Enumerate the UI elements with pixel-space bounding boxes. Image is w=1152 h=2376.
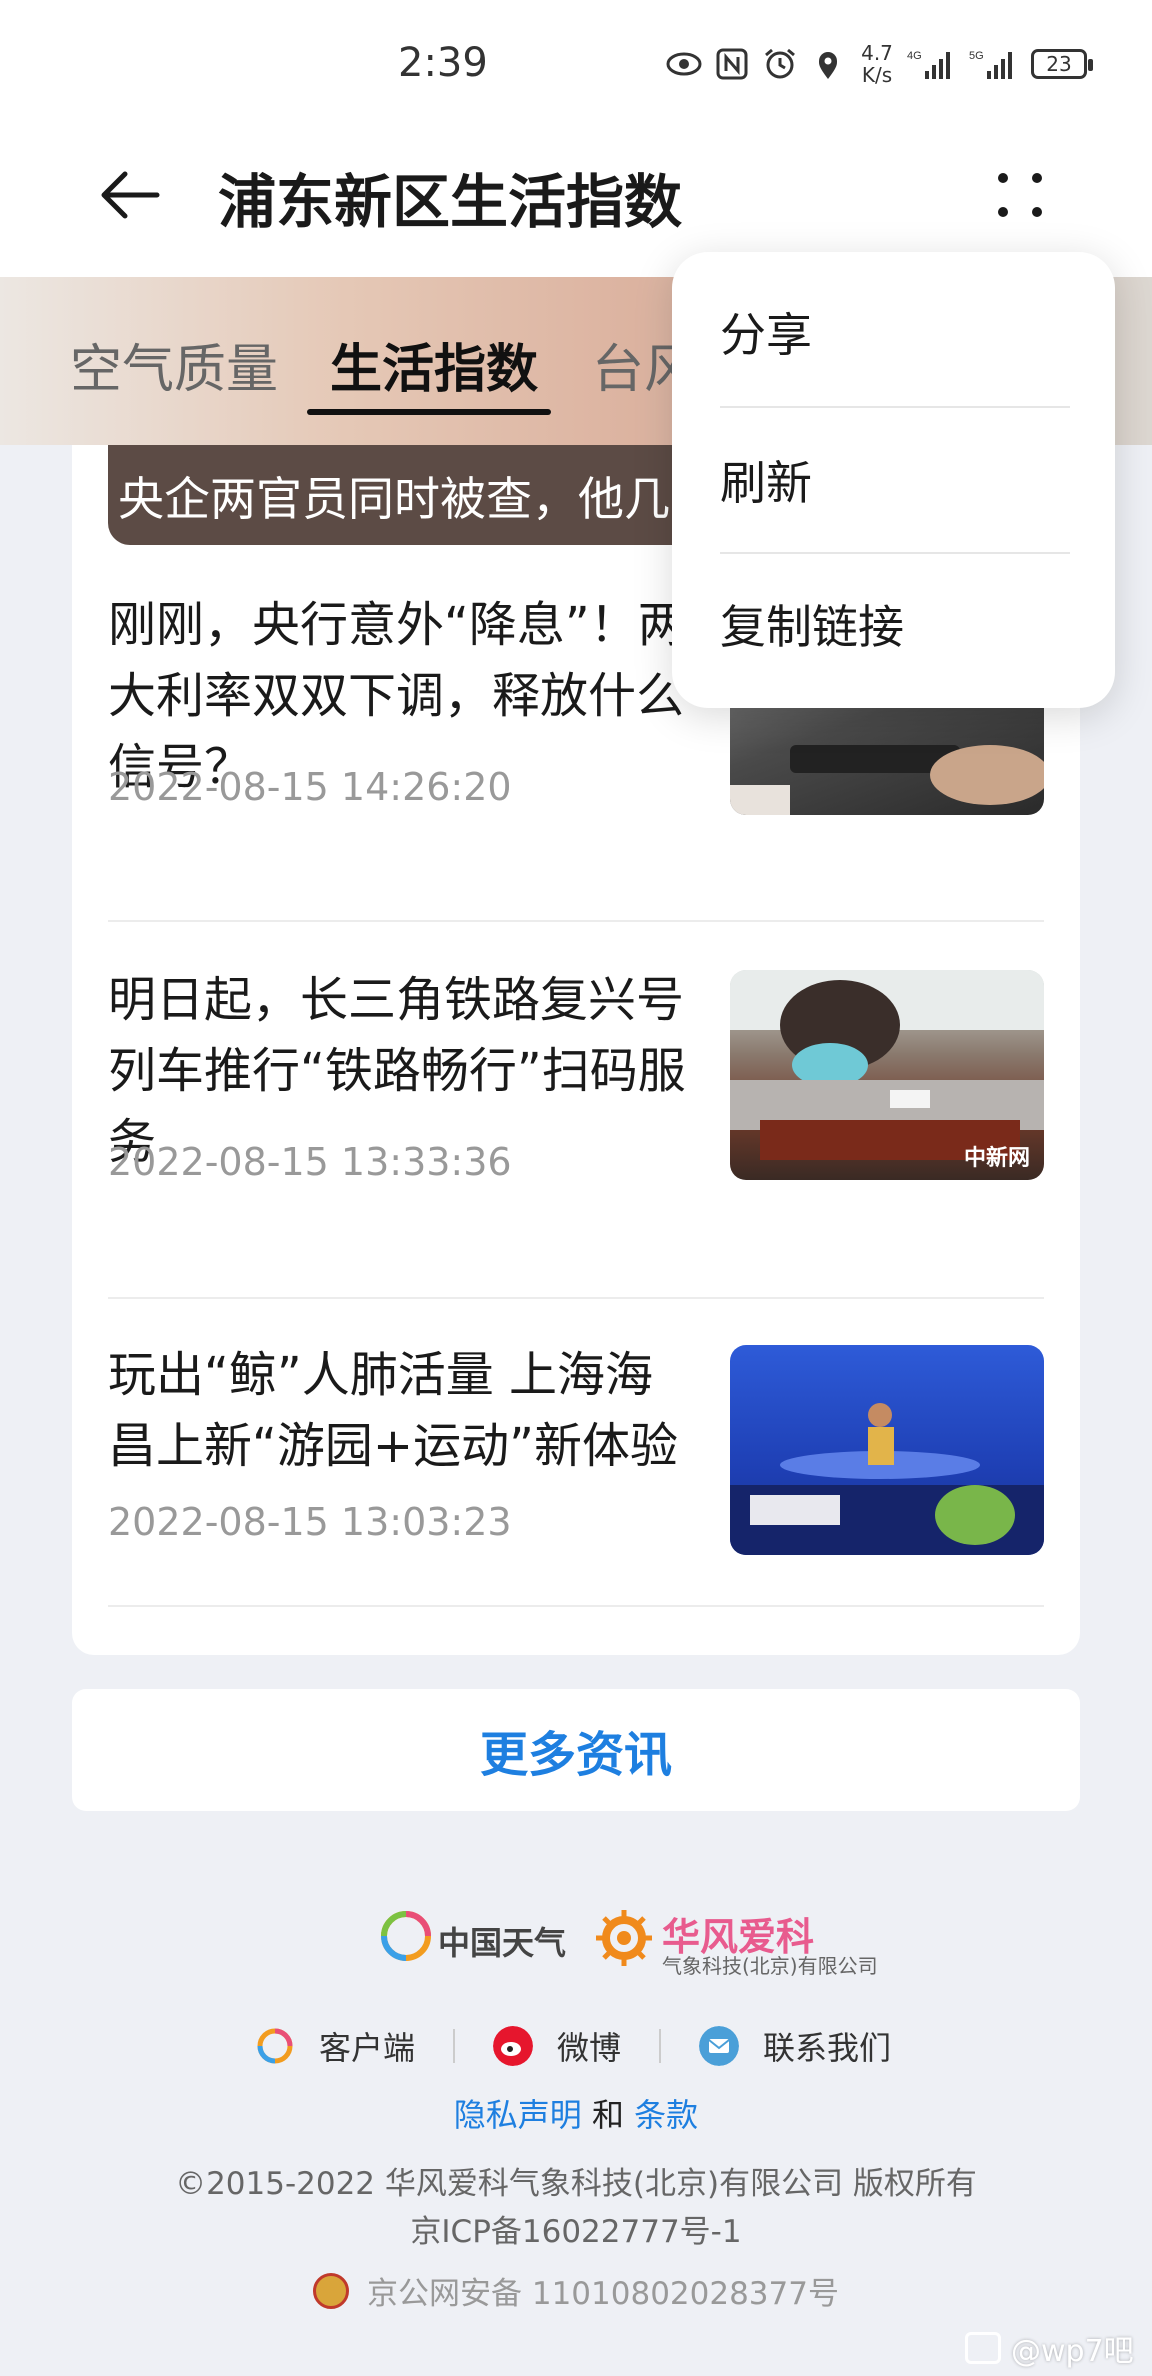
back-arrow-icon[interactable]	[95, 160, 165, 230]
news-item[interactable]: 玩出“鲸”人肺活量 上海海昌上新“游园+运动”新体验 2022-08-15 13…	[108, 1340, 1044, 1580]
news-date: 2022-08-15 14:26:20	[108, 765, 512, 809]
footer-links: 客户端 微博 联系我们	[255, 2018, 935, 2074]
weibo-link-label: 微博	[557, 2029, 622, 2067]
popup-menu: 分享 刷新 复制链接	[672, 252, 1115, 708]
tab-air-quality[interactable]: 空气质量	[70, 327, 278, 402]
china-weather-logo-text: 中国天气	[438, 1924, 567, 1962]
watermark: @wp7吧	[965, 2326, 1134, 2370]
client-link-label: 客户端	[319, 2029, 416, 2067]
watermark-text: @wp7吧	[1011, 2334, 1134, 2369]
eye-icon	[666, 52, 702, 76]
police-record-text: 京公网安备 11010802028377号	[367, 2276, 839, 2312]
news-title: 玩出“鲸”人肺活量 上海海昌上新“游园+运动”新体验	[108, 1347, 678, 1474]
watermark-icon	[965, 2332, 1001, 2364]
client-app-icon	[257, 2028, 293, 2064]
mail-icon	[699, 2026, 740, 2066]
divider	[108, 1297, 1044, 1299]
thumb-caption: 中新网	[963, 1146, 1030, 1171]
policy-and-text: 和	[591, 2096, 624, 2134]
tab-life-index[interactable]: 生活指数	[330, 327, 538, 402]
more-news-button[interactable]: 更多资讯	[72, 1689, 1080, 1811]
menu-item-copy-link[interactable]: 复制链接	[720, 552, 1070, 696]
svg-text:5G: 5G	[969, 50, 984, 62]
news-item[interactable]: 明日起，长三角铁路复兴号列车推行“铁路畅行”扫码服务 2022-08-15 13…	[108, 965, 1044, 1205]
signal-4g-icon: 4G	[907, 50, 950, 79]
copyright-block: ©2015-2022 华风爱科气象科技(北京)有限公司 版权所有 京ICP备16…	[0, 2160, 1152, 2256]
link-separator	[659, 2029, 662, 2063]
huafeng-logo-subtext: 气象科技(北京)有限公司	[662, 1954, 878, 1978]
menu-item-share[interactable]: 分享	[720, 260, 1070, 404]
china-weather-logo-icon	[381, 1911, 431, 1961]
news-date: 2022-08-15 13:33:36	[108, 1140, 512, 1184]
contact-link-label: 联系我们	[763, 2029, 892, 2067]
svg-text:4G: 4G	[907, 50, 922, 62]
weibo-icon	[493, 2026, 534, 2066]
copyright-text: ©2015-2022 华风爱科气象科技(北京)有限公司 版权所有	[175, 2166, 977, 2202]
status-icons: 4.7 K/s 4G 5G 23	[665, 41, 1093, 87]
police-badge-icon	[313, 2272, 349, 2309]
news-date: 2022-08-15 13:03:23	[108, 1500, 512, 1544]
policy-line: 隐私声明 和 条款	[0, 2090, 1152, 2136]
status-time: 2:39	[398, 40, 488, 86]
terms-link[interactable]: 条款	[634, 2096, 698, 2134]
signal-5g-icon: 5G	[969, 50, 1012, 79]
link-separator	[453, 2029, 456, 2063]
battery-icon: 23	[1031, 49, 1093, 79]
page-title: 浦东新区生活指数	[218, 168, 683, 236]
menu-item-refresh[interactable]: 刷新	[720, 408, 1070, 552]
more-menu-icon[interactable]	[985, 160, 1055, 230]
news-thumbnail	[730, 1345, 1044, 1555]
aquarium-stage-image	[730, 1403, 1044, 1555]
top-news-banner-text: 央企两官员同时被查，他几	[118, 472, 670, 526]
weibo-link[interactable]: 微博	[493, 2023, 621, 2069]
privacy-link[interactable]: 隐私声明	[454, 2096, 582, 2134]
alarm-icon	[765, 48, 795, 79]
divider	[108, 1605, 1044, 1607]
location-icon	[819, 52, 837, 79]
police-record[interactable]: 京公网安备 11010802028377号	[0, 2268, 1152, 2313]
footer-logos: 中国天气 华风爱科 气象科技(北京)有限公司	[380, 1900, 900, 1980]
status-bar: 2:39 4.7 K/s 4G 5G 23	[0, 0, 1152, 130]
news-thumbnail: 中新网	[730, 970, 1044, 1180]
network-speed: 4.7 K/s	[861, 41, 893, 87]
nfc-icon	[716, 48, 748, 80]
contact-link[interactable]: 联系我们	[699, 2023, 891, 2069]
icp-text[interactable]: 京ICP备16022777号-1	[0, 2208, 1152, 2256]
divider	[108, 920, 1044, 922]
active-tab-indicator	[307, 409, 551, 415]
client-link[interactable]: 客户端	[255, 2023, 415, 2069]
huafeng-logo-icon	[596, 1910, 652, 1966]
